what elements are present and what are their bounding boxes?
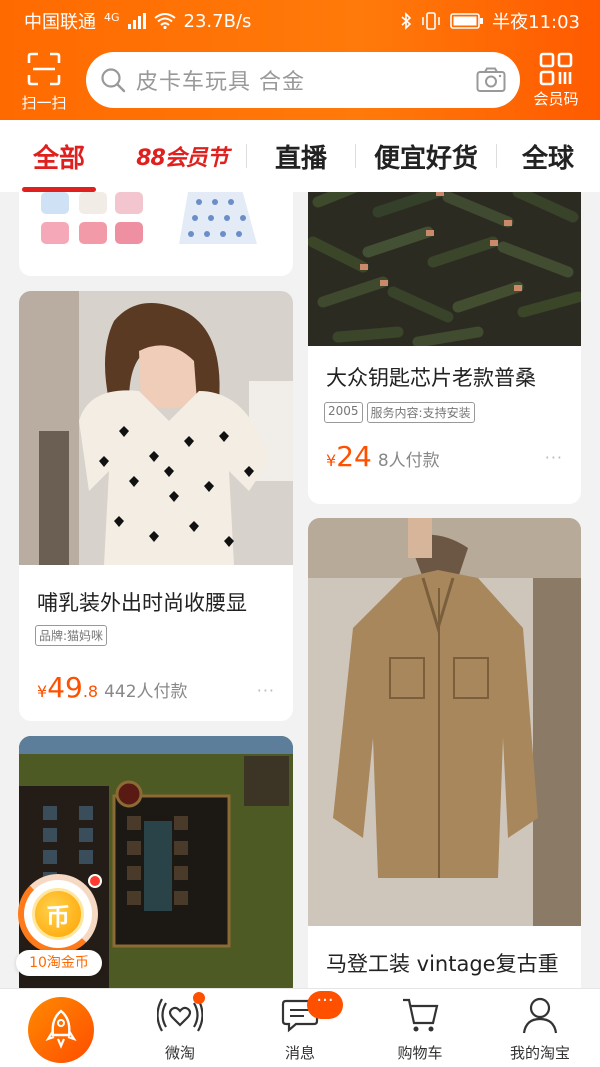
scan-label: 扫一扫 (21, 94, 67, 112)
bluetooth-icon (401, 12, 412, 30)
notification-dot (88, 874, 102, 888)
coin-icon: 币 (32, 888, 84, 940)
nav-cart[interactable]: 购物车 (360, 989, 480, 1067)
product-image (308, 192, 581, 346)
messages-badge: ··· (307, 991, 343, 1019)
signal-icon (127, 13, 146, 29)
price-symbol: ¥ (326, 451, 337, 470)
user-icon (522, 997, 558, 1034)
search-bar[interactable]: 皮卡车玩具 合金 (86, 52, 520, 108)
product-title: 大众钥匙芯片老款普桑 (326, 366, 536, 390)
product-title: 哺乳装外出时尚收腰显 (37, 591, 247, 615)
cart-icon (403, 998, 439, 1032)
product-image (308, 518, 581, 926)
product-feed[interactable]: 大众钥匙芯片老款普桑 2005 服务内容:支持安装 ¥ 24 8人付款 ··· (0, 192, 600, 988)
wifi-icon (153, 13, 176, 29)
search-placeholder[interactable]: 皮卡车玩具 合金 (126, 64, 476, 96)
rocket-icon (45, 1009, 77, 1049)
product-tag: 品牌:猫妈咪 (35, 625, 108, 646)
price-symbol: ¥ (37, 682, 48, 701)
nav-my-taobao[interactable]: 我的淘宝 (480, 989, 600, 1067)
sold-count: 8人付款 (377, 451, 440, 471)
taobao-coin-widget[interactable]: 币 10淘金币 (16, 872, 102, 982)
coin-label: 10淘金币 (16, 950, 102, 976)
product-card[interactable]: 哺乳装外出时尚收腰显 品牌:猫妈咪 ¥ 49 .8 442人付款 ··· (19, 291, 293, 721)
tab-global[interactable]: 全球 (497, 120, 599, 192)
product-card[interactable]: 大众钥匙芯片老款普桑 2005 服务内容:支持安装 ¥ 24 8人付款 ··· (308, 192, 581, 504)
product-title: 马登工装 vintage复古重 (326, 952, 559, 976)
price-row: ¥ 49 .8 442人付款 (37, 671, 188, 704)
scan-icon (27, 52, 61, 86)
nav-label: 消息 (284, 1044, 315, 1062)
member-code-icon (539, 52, 573, 86)
more-options-icon[interactable]: ··· (257, 681, 275, 700)
product-tag: 服务内容:支持安装 (366, 402, 475, 423)
price-row: ¥ 24 8人付款 (326, 440, 440, 473)
vibrate-icon (422, 12, 440, 30)
product-card[interactable]: 马登工装 vintage复古重 (308, 518, 581, 988)
nav-label: 我的淘宝 (509, 1044, 570, 1062)
product-tags: 2005 服务内容:支持安装 (324, 402, 475, 423)
tab-live[interactable]: 直播 (247, 120, 355, 192)
product-tags: 品牌:猫妈咪 (35, 625, 108, 646)
carrier-text: 中国联通 (24, 12, 96, 33)
weitao-badge-dot (193, 992, 205, 1004)
product-image (19, 192, 293, 256)
member-code-button[interactable]: 会员码 (526, 50, 586, 112)
battery-icon (450, 13, 484, 29)
clock-text: 半夜11:03 (492, 12, 580, 33)
member-code-label: 会员码 (533, 90, 579, 108)
scan-button[interactable]: 扫一扫 (14, 50, 74, 112)
status-bar: 中国联通 4G 23.7B/s 半夜11:03 (0, 0, 600, 42)
category-tabs: 全部 88会员节 直播 便宜好货 全球 (0, 120, 600, 192)
price-integer: 24 (336, 440, 372, 473)
tab-88-member-festival[interactable]: 88会员节 (118, 120, 246, 192)
more-options-icon[interactable]: ··· (545, 448, 563, 467)
app-header: 中国联通 4G 23.7B/s 半夜11:03 扫一扫 皮卡车玩具 合金 会员码 (0, 0, 600, 120)
tab-cheap-good[interactable]: 便宜好货 (356, 120, 496, 192)
home-button[interactable] (28, 997, 94, 1063)
network-type: 4G (104, 10, 120, 24)
product-tag: 2005 (324, 402, 363, 423)
price-decimal: .8 (82, 682, 99, 701)
camera-icon[interactable] (476, 67, 506, 93)
search-icon (101, 68, 126, 93)
product-card[interactable] (19, 192, 293, 276)
product-image (19, 291, 293, 565)
network-speed: 23.7B/s (183, 10, 252, 32)
price-integer: 49 (47, 671, 83, 704)
nav-weitao[interactable]: 微淘 (120, 989, 240, 1067)
sold-count: 442人付款 (104, 682, 188, 702)
nav-home[interactable] (0, 989, 120, 1067)
nav-label: 购物车 (397, 1044, 443, 1062)
nav-label: 微淘 (164, 1044, 195, 1062)
tab-all[interactable]: 全部 (0, 120, 118, 192)
bottom-navigation: 微淘 消息 购物车 我的淘宝 ··· (0, 988, 600, 1067)
